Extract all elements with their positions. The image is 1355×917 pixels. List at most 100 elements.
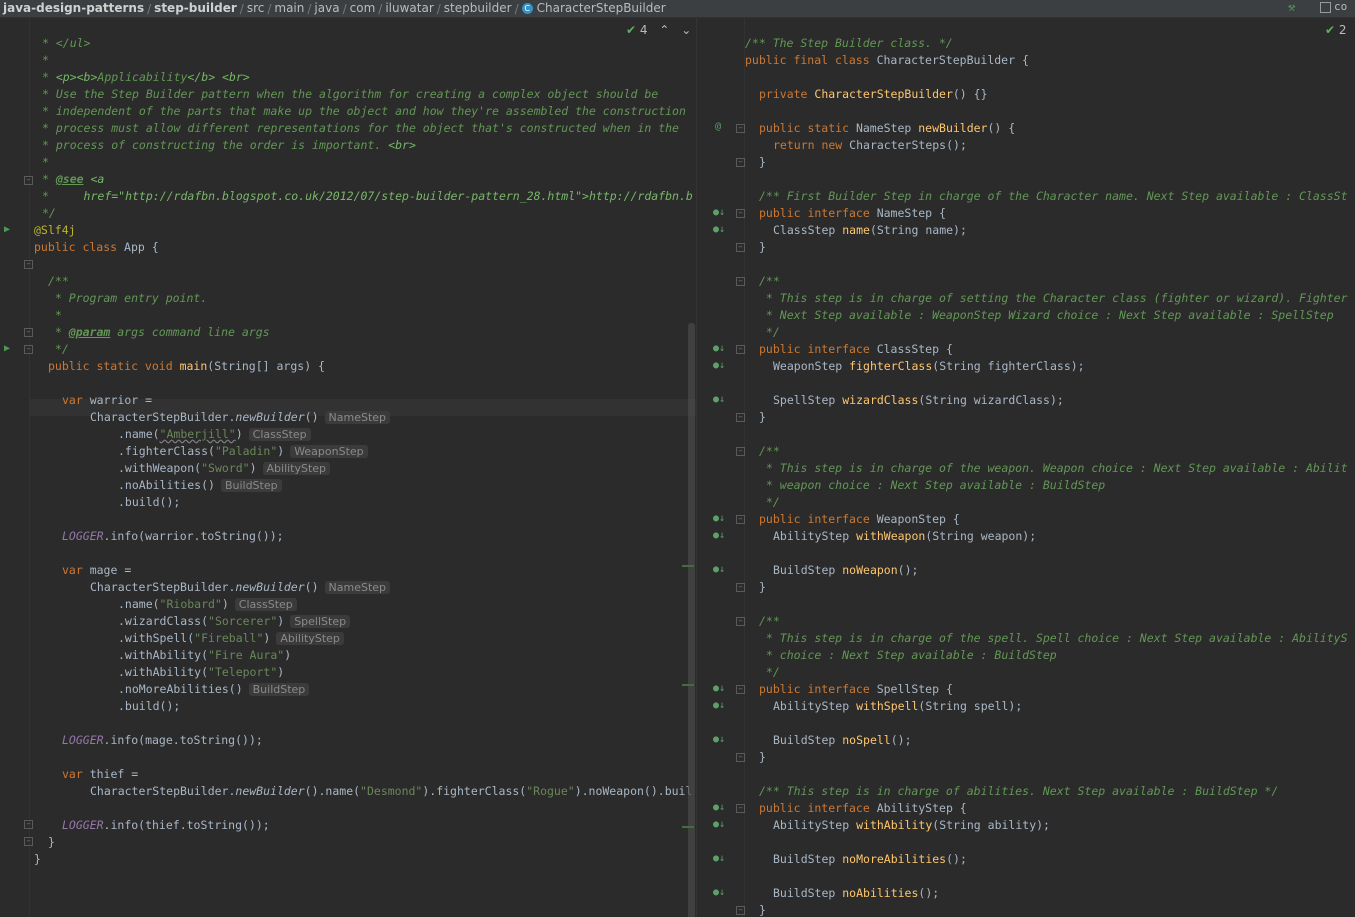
fold-toggle-icon[interactable]: − [736, 345, 745, 354]
code-line[interactable]: public static NameStep newBuilder() { [759, 120, 1015, 137]
code-line[interactable]: .build(); [118, 494, 180, 511]
implemented-icon[interactable]: ●↓ [713, 563, 725, 577]
code-line[interactable]: SpellStep wizardClass(String wizardClass… [773, 392, 1064, 409]
code-line[interactable]: WeaponStep fighterClass(String fighterCl… [773, 358, 1085, 375]
code-line[interactable]: return new CharacterSteps(); [773, 137, 967, 154]
implemented-icon[interactable]: ●↓ [713, 359, 725, 373]
code-line[interactable]: private CharacterStepBuilder() {} [759, 86, 988, 103]
code-line[interactable]: public class App { [34, 239, 159, 256]
code-line[interactable]: AbilityStep withSpell(String spell); [773, 698, 1022, 715]
code-line[interactable]: LOGGER.info(mage.toString()); [62, 732, 263, 749]
build-hammer-icon[interactable]: ⚒ [1288, 0, 1295, 14]
implemented-icon[interactable]: ●↓ [713, 512, 725, 526]
code-line[interactable]: * This step is in charge of setting the … [759, 290, 1348, 307]
code-line[interactable]: * process must allow different represent… [42, 120, 679, 137]
code-line[interactable]: CharacterStepBuilder.newBuilder() NameSte… [90, 579, 391, 596]
run-icon[interactable]: ▶ [4, 342, 10, 356]
code-line[interactable]: * This step is in charge of the spell. S… [759, 630, 1348, 647]
code-line[interactable]: } [759, 409, 766, 426]
code-line[interactable]: */ [759, 664, 780, 681]
code-line[interactable]: } [759, 902, 766, 917]
fold-toggle-icon[interactable]: − [736, 158, 745, 167]
code-line[interactable]: * </ul> [42, 35, 90, 52]
code-line[interactable]: public final class CharacterStepBuilder … [745, 52, 1029, 69]
code-line[interactable]: public interface AbilityStep { [759, 800, 967, 817]
code-line[interactable]: } [34, 851, 41, 868]
implemented-icon[interactable]: ●↓ [713, 801, 725, 815]
editor-tab-right[interactable]: co [1320, 0, 1347, 14]
code-line[interactable]: .noAbilities() BuildStep [118, 477, 282, 494]
code-line[interactable]: * [42, 154, 49, 171]
code-line[interactable]: @Slf4j [34, 222, 76, 239]
breadcrumb-project[interactable]: java-design-patterns [0, 0, 147, 17]
editor-pane-app[interactable]: ✔ 4 ⌃ ⌄ * </ul> * * <p><b>Applicability</b… [0, 18, 696, 917]
code-line[interactable]: * Next Step available : WeaponStep Wizar… [759, 307, 1334, 324]
code-line[interactable]: .build(); [118, 698, 180, 715]
code-line[interactable]: */ [759, 494, 780, 511]
code-line[interactable]: public interface SpellStep { [759, 681, 953, 698]
code-line[interactable]: * @param args command line args [48, 324, 270, 341]
code-line[interactable]: .name("Riobard") ClassStep [118, 596, 297, 613]
code-line[interactable]: /** The Step Builder class. */ [745, 35, 953, 52]
code-line[interactable]: public static void main(String[] args) { [48, 358, 325, 375]
code-line[interactable]: BuildStep noAbilities(); [773, 885, 939, 902]
code-line[interactable]: /** [48, 273, 69, 290]
fold-toggle-icon[interactable]: − [736, 685, 745, 694]
implemented-icon[interactable]: ●↓ [713, 886, 725, 900]
code-line[interactable]: var thief = [62, 766, 138, 783]
code-line[interactable]: BuildStep noSpell(); [773, 732, 912, 749]
code-line[interactable]: .name("Amberjill") ClassStep [118, 426, 311, 443]
code-line[interactable]: * href="http://rdafbn.blogspot.co.uk/201… [42, 188, 693, 205]
code-line[interactable]: * Use the Step Builder pattern when the … [42, 86, 658, 103]
code-line[interactable]: .withAbility("Fire Aura") [118, 647, 291, 664]
code-line[interactable]: * @see <a [42, 171, 104, 188]
implemented-icon[interactable]: ●↓ [713, 699, 725, 713]
code-line[interactable]: .withSpell("Fireball") AbilityStep [118, 630, 344, 647]
code-line[interactable]: public interface NameStep { [759, 205, 946, 222]
fold-toggle-icon[interactable]: − [736, 617, 745, 626]
code-line[interactable]: CharacterStepBuilder.newBuilder().name("… [90, 783, 692, 800]
breadcrumb-java[interactable]: java [311, 0, 342, 17]
code-line[interactable]: public interface ClassStep { [759, 341, 953, 358]
implemented-icon[interactable]: ●↓ [713, 223, 725, 237]
code-line[interactable]: * independent of the parts that make up … [42, 103, 686, 120]
code-line[interactable]: AbilityStep withWeapon(String weapon); [773, 528, 1036, 545]
fold-toggle-icon[interactable]: − [24, 345, 33, 354]
code-line[interactable]: BuildStep noWeapon(); [773, 562, 918, 579]
fold-toggle-icon[interactable]: − [24, 176, 33, 185]
fold-toggle-icon[interactable]: − [736, 804, 745, 813]
code-line[interactable]: } [48, 834, 55, 851]
implemented-icon[interactable]: ●↓ [713, 852, 725, 866]
fold-toggle-icon[interactable]: − [736, 124, 745, 133]
code-line[interactable]: * <p><b>Applicability</b> <br> [42, 69, 250, 86]
fold-toggle-icon[interactable]: − [24, 260, 33, 269]
code-line[interactable]: } [759, 749, 766, 766]
implemented-icon[interactable]: ●↓ [713, 682, 725, 696]
code-line[interactable]: .withAbility("Teleport") [118, 664, 284, 681]
breadcrumb-com[interactable]: com [347, 0, 379, 17]
code-line[interactable]: * [42, 52, 49, 69]
code-line[interactable]: /** [759, 613, 780, 630]
breadcrumb-iluwatar[interactable]: iluwatar [382, 0, 436, 17]
code-line[interactable]: /** First Builder Step in charge of the … [759, 188, 1348, 205]
fold-toggle-icon[interactable]: − [736, 906, 745, 915]
fold-toggle-icon[interactable]: − [736, 413, 745, 422]
fold-toggle-icon[interactable]: − [736, 447, 745, 456]
code-line[interactable]: * [48, 307, 62, 324]
code-line[interactable]: AbilityStep withAbility(String ability); [773, 817, 1050, 834]
code-line[interactable]: var warrior = [62, 392, 152, 409]
inspection-widget[interactable]: ✔ 2 [1325, 23, 1347, 37]
breadcrumb-src[interactable]: src [244, 0, 268, 17]
fold-toggle-icon[interactable]: − [736, 209, 745, 218]
inspection-widget[interactable]: ✔ 4 ⌃ ⌄ [626, 23, 691, 37]
code-line[interactable]: } [759, 154, 766, 171]
code-line[interactable]: } [759, 579, 766, 596]
code-line[interactable]: .withWeapon("Sword") AbilityStep [118, 460, 331, 477]
breadcrumb-main[interactable]: main [271, 0, 307, 17]
breadcrumb-module[interactable]: step-builder [151, 0, 240, 17]
implemented-icon[interactable]: ●↓ [713, 342, 725, 356]
code-line[interactable]: */ [42, 205, 56, 222]
code-line[interactable]: * choice : Next Step available : BuildSt… [759, 647, 1057, 664]
fold-toggle-icon[interactable]: − [24, 837, 33, 846]
code-line[interactable]: * weapon choice : Next Step available : … [759, 477, 1105, 494]
